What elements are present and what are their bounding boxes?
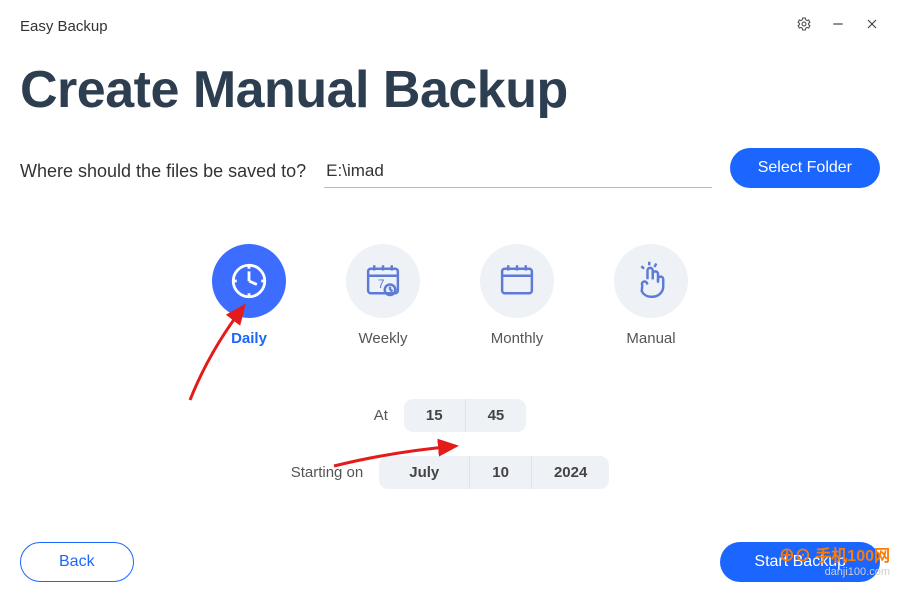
date-picker[interactable]: July 10 2024	[379, 456, 609, 489]
minimize-icon[interactable]	[830, 16, 846, 37]
hand-tap-icon	[614, 244, 688, 318]
time-picker[interactable]: 15 45	[404, 399, 526, 432]
page-title: Create Manual Backup	[20, 60, 880, 120]
schedule-label-weekly: Weekly	[359, 330, 408, 347]
schedule-option-weekly[interactable]: 7 Weekly	[346, 244, 420, 347]
date-year[interactable]: 2024	[531, 456, 609, 489]
destination-input[interactable]	[324, 157, 712, 188]
back-button[interactable]: Back	[20, 542, 134, 582]
schedule-label-manual: Manual	[626, 330, 675, 347]
time-minute[interactable]: 45	[465, 399, 527, 432]
app-title: Easy Backup	[20, 18, 108, 35]
at-label: At	[374, 407, 388, 424]
calendar-week-icon: 7	[346, 244, 420, 318]
schedule-option-daily[interactable]: Daily	[212, 244, 286, 347]
schedule-option-monthly[interactable]: Monthly	[480, 244, 554, 347]
start-backup-button[interactable]: Start Backup	[720, 542, 880, 582]
schedule-label-monthly: Monthly	[491, 330, 544, 347]
destination-label: Where should the files be saved to?	[20, 161, 306, 188]
time-hour[interactable]: 15	[404, 399, 465, 432]
calendar-month-icon	[480, 244, 554, 318]
date-month[interactable]: July	[379, 456, 469, 489]
schedule-label-daily: Daily	[231, 330, 267, 347]
starting-on-label: Starting on	[291, 464, 364, 481]
select-folder-button[interactable]: Select Folder	[730, 148, 880, 188]
gear-icon[interactable]	[796, 16, 812, 37]
close-icon[interactable]	[864, 16, 880, 37]
clock-icon	[212, 244, 286, 318]
date-day[interactable]: 10	[469, 456, 531, 489]
schedule-option-manual[interactable]: Manual	[614, 244, 688, 347]
